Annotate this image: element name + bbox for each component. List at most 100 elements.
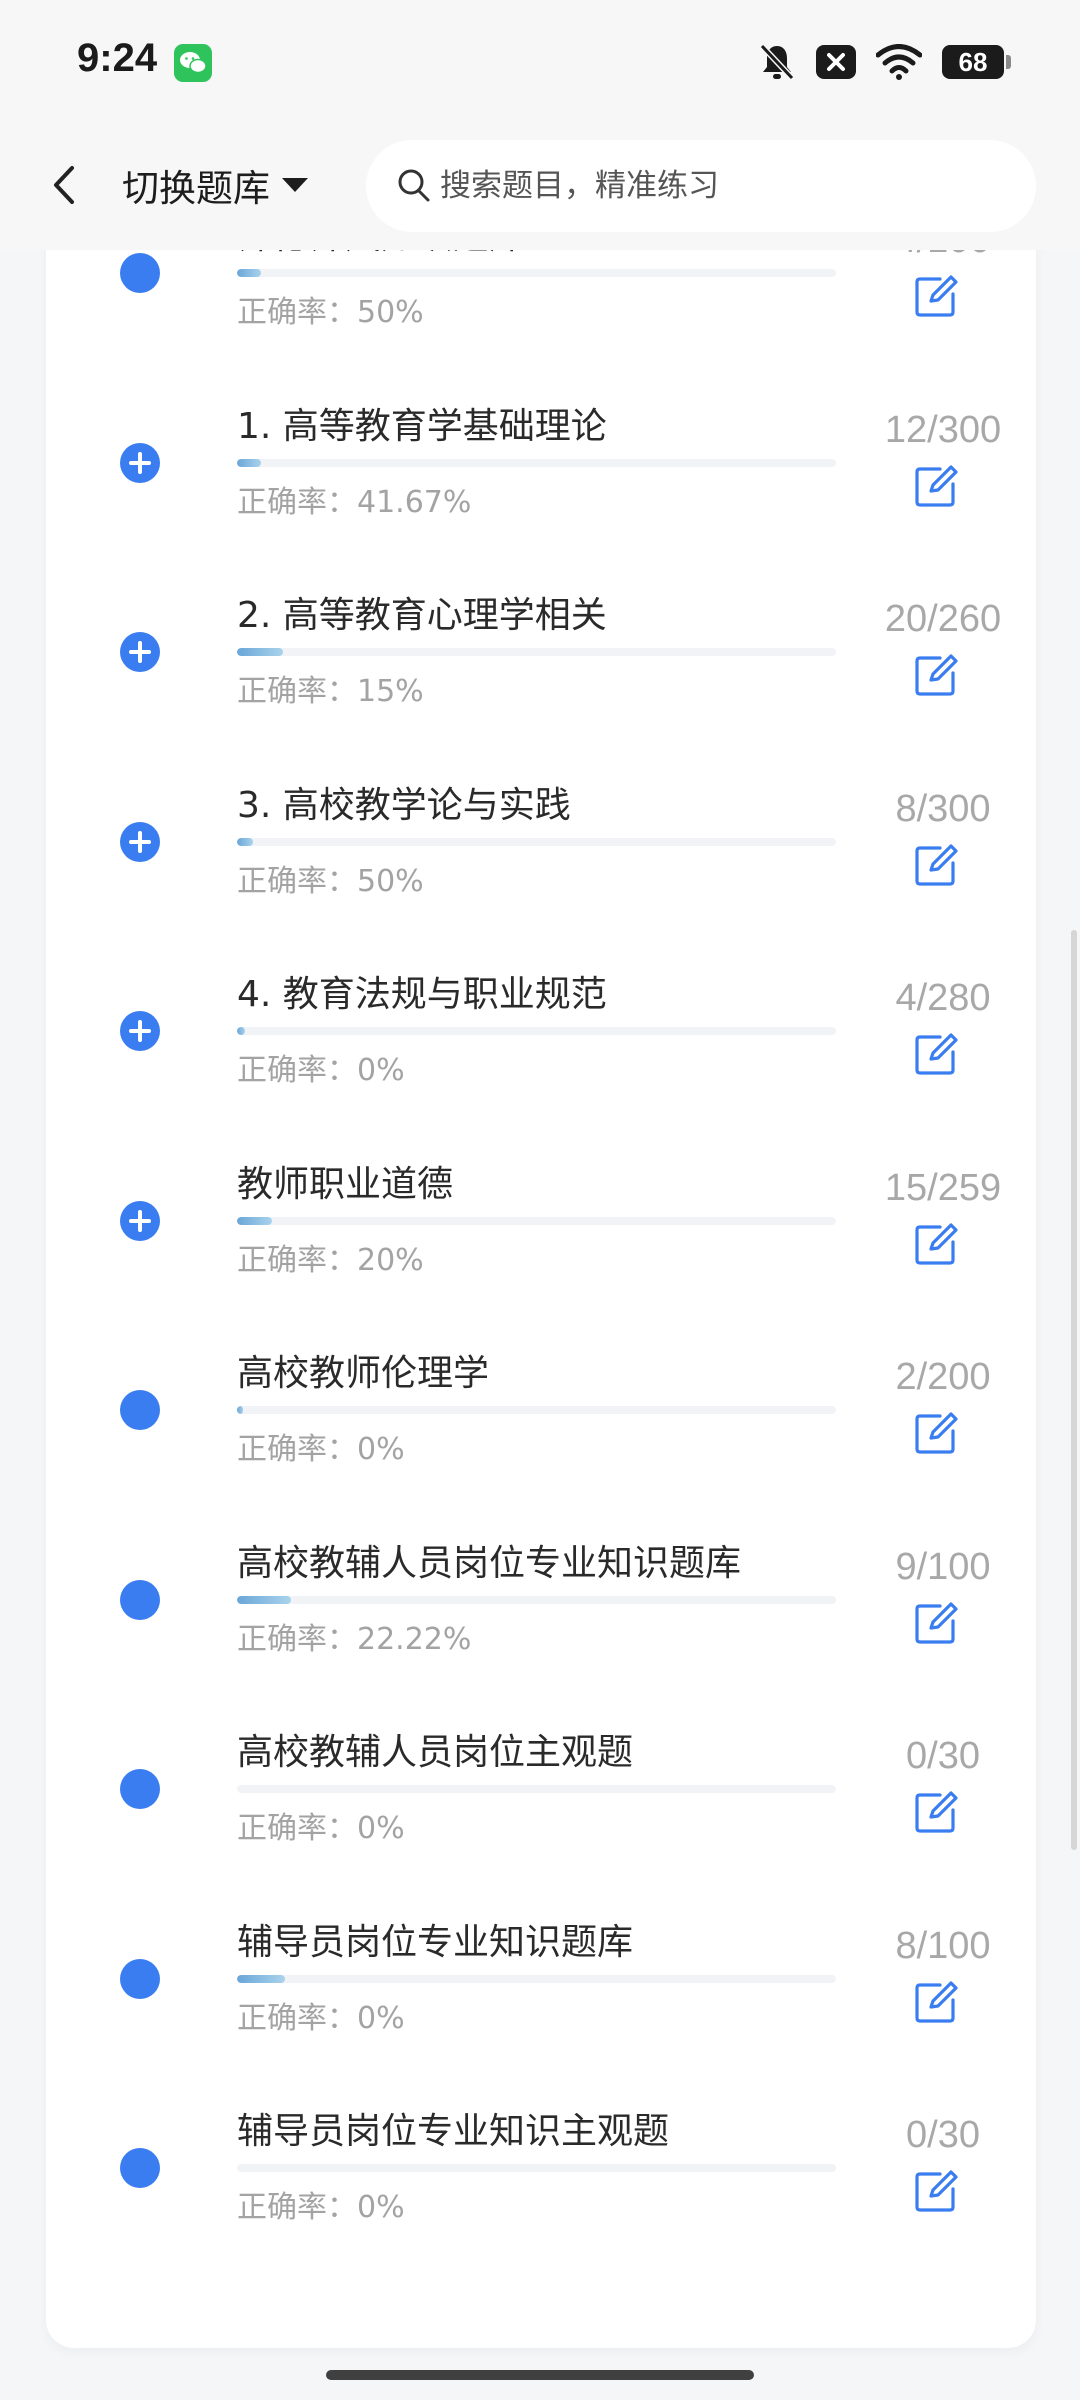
status-bar: 9:24 68 [0,0,1080,120]
edit-practice-icon[interactable] [914,1980,958,2024]
expand-plus-icon[interactable] [120,1200,160,1241]
progress-bar [237,2164,836,2172]
edit-practice-icon[interactable] [914,2169,958,2213]
progress-bar [237,1216,836,1225]
progress-fill [237,1595,291,1604]
progress-bar [237,1974,836,1983]
close-box-icon [816,45,856,79]
item-title: 辅导员岗位专业知识题库 [237,1921,634,1963]
search-icon [398,169,430,202]
item-title: 高校教辅人员岗位主观题 [237,1732,634,1773]
expand-plus-icon[interactable] [120,632,160,672]
progress-fill [237,837,254,846]
bell-off-icon [759,43,795,81]
question-bank-item[interactable]: 高校教师伦理学正确率：0% 2/200 [46,1304,1036,1494]
question-bank-item[interactable]: 高校教辅人员岗位主观题正确率：0% 0/30 [46,1683,1036,1873]
progress-bar [237,648,836,656]
edit-practice-icon[interactable] [914,1411,958,1455]
progress-count: 15/259 [884,1166,1002,1209]
progress-fill [237,458,261,467]
bullet-dot-icon [120,1390,160,1430]
scrollbar[interactable] [1071,930,1077,1850]
item-title: 高校教师伦理学 [237,1353,490,1394]
accuracy-text: 正确率：20% [237,1242,424,1278]
expand-plus-icon[interactable] [120,821,160,862]
item-title: 4. 教育法规与职业规范 [237,974,607,1015]
progress-count: 9/100 [895,1545,991,1588]
edit-practice-icon[interactable] [914,464,958,508]
question-bank-item[interactable]: 3. 高校教学论与实践正确率：50% 8/300 [46,736,1036,926]
accuracy-text: 正确率：41.67% [237,484,472,520]
item-title: 1. 高等教育学基础理论 [237,405,607,447]
item-title: 教师职业道德 [237,1163,454,1205]
question-bank-item[interactable]: 4. 教育法规与职业规范 正确率：0% 4/280 [46,925,1036,1115]
progress-fill [237,1027,246,1035]
question-bank-item[interactable]: 辅导员岗位专业知识主观题正确率：0% 0/30 [46,2062,1036,2252]
status-time: 9:24 [77,36,158,80]
progress-bar [237,1785,836,1793]
expand-plus-icon[interactable] [120,442,160,483]
accuracy-text: 正确率：0% [237,1432,405,1467]
wechat-icon [174,44,212,82]
progress-count: 2/200 [895,1356,991,1398]
edit-practice-icon[interactable] [914,1601,958,1645]
bullet-dot-icon [120,1769,160,1809]
question-bank-item[interactable]: 教师职业道德正确率：20% 15/259 [46,1115,1036,1305]
progress-fill [237,1406,243,1414]
switch-bank-label: 切换题库 [122,167,270,210]
back-arrow-icon[interactable] [44,162,84,208]
progress-bar [237,1406,836,1414]
item-title: 2. 高等教育心理学相关 [237,595,607,636]
edit-practice-icon[interactable] [914,1222,958,1266]
question-bank-item[interactable]: 高校教辅人员岗位专业知识题库正确率：22.22% 9/100 [46,1494,1036,1684]
bullet-dot-icon [120,2148,160,2188]
item-title: 高校教辅人员岗位专业知识题库 [237,1542,742,1584]
bullet-dot-icon [120,253,160,293]
switch-question-bank-button[interactable]: 切换题库 [122,160,308,210]
progress-bar [237,269,836,277]
item-title: 3. 高校教学论与实践 [237,784,571,826]
accuracy-text: 正确率：0% [237,1811,405,1846]
expand-plus-icon[interactable] [120,1011,160,1051]
accuracy-text: 正确率：15% [237,674,424,709]
progress-count: 0/30 [906,2114,980,2156]
edit-practice-icon[interactable] [914,274,958,318]
question-bank-list: 师德师风知识题库正确率：50%4/1001. 高等教育学基础理论正确率：41.6… [46,200,1036,2348]
progress-count: 4/280 [895,977,991,1019]
accuracy-text: 正确率：22.22% [237,1621,472,1657]
progress-bar [237,837,836,846]
accuracy-text: 正确率：0% [237,2190,405,2225]
battery-icon: 68 [942,45,1011,79]
edit-practice-icon[interactable] [914,843,958,887]
bullet-dot-icon [120,1579,160,1620]
accuracy-text: 正确率：50% [237,863,424,899]
item-title: 辅导员岗位专业知识主观题 [237,2111,670,2152]
question-bank-item[interactable]: 2. 高等教育心理学相关正确率：15% 20/260 [46,546,1036,736]
progress-count: 8/300 [895,787,991,830]
edit-practice-icon[interactable] [914,1032,958,1076]
home-indicator[interactable] [326,2370,754,2380]
question-bank-item[interactable]: 1. 高等教育学基础理论正确率：41.67% 12/300 [46,357,1036,547]
progress-count: 8/100 [895,1924,991,1967]
progress-fill [237,269,261,277]
question-bank-item[interactable]: 辅导员岗位专业知识题库正确率：0% 8/100 [46,1873,1036,2063]
progress-count: 12/300 [884,408,1002,451]
accuracy-text: 正确率：50% [237,295,424,330]
progress-fill [237,1216,272,1225]
edit-practice-icon[interactable] [914,1790,958,1834]
status-icons: 68 [758,40,1011,84]
progress-bar [237,1027,836,1035]
top-nav: 切换题库 [0,120,1080,250]
accuracy-text: 正确率：0% [237,2000,405,2036]
progress-bar [237,1595,836,1604]
progress-bar [237,458,836,467]
progress-count: 0/30 [906,1735,980,1777]
edit-practice-icon[interactable] [914,653,958,697]
search-input[interactable] [440,158,1000,214]
search-box[interactable] [366,140,1036,232]
progress-fill [237,1974,285,1983]
caret-down-icon [282,178,308,192]
progress-count: 20/260 [884,598,1002,640]
wifi-icon [876,44,922,80]
progress-fill [237,648,284,656]
